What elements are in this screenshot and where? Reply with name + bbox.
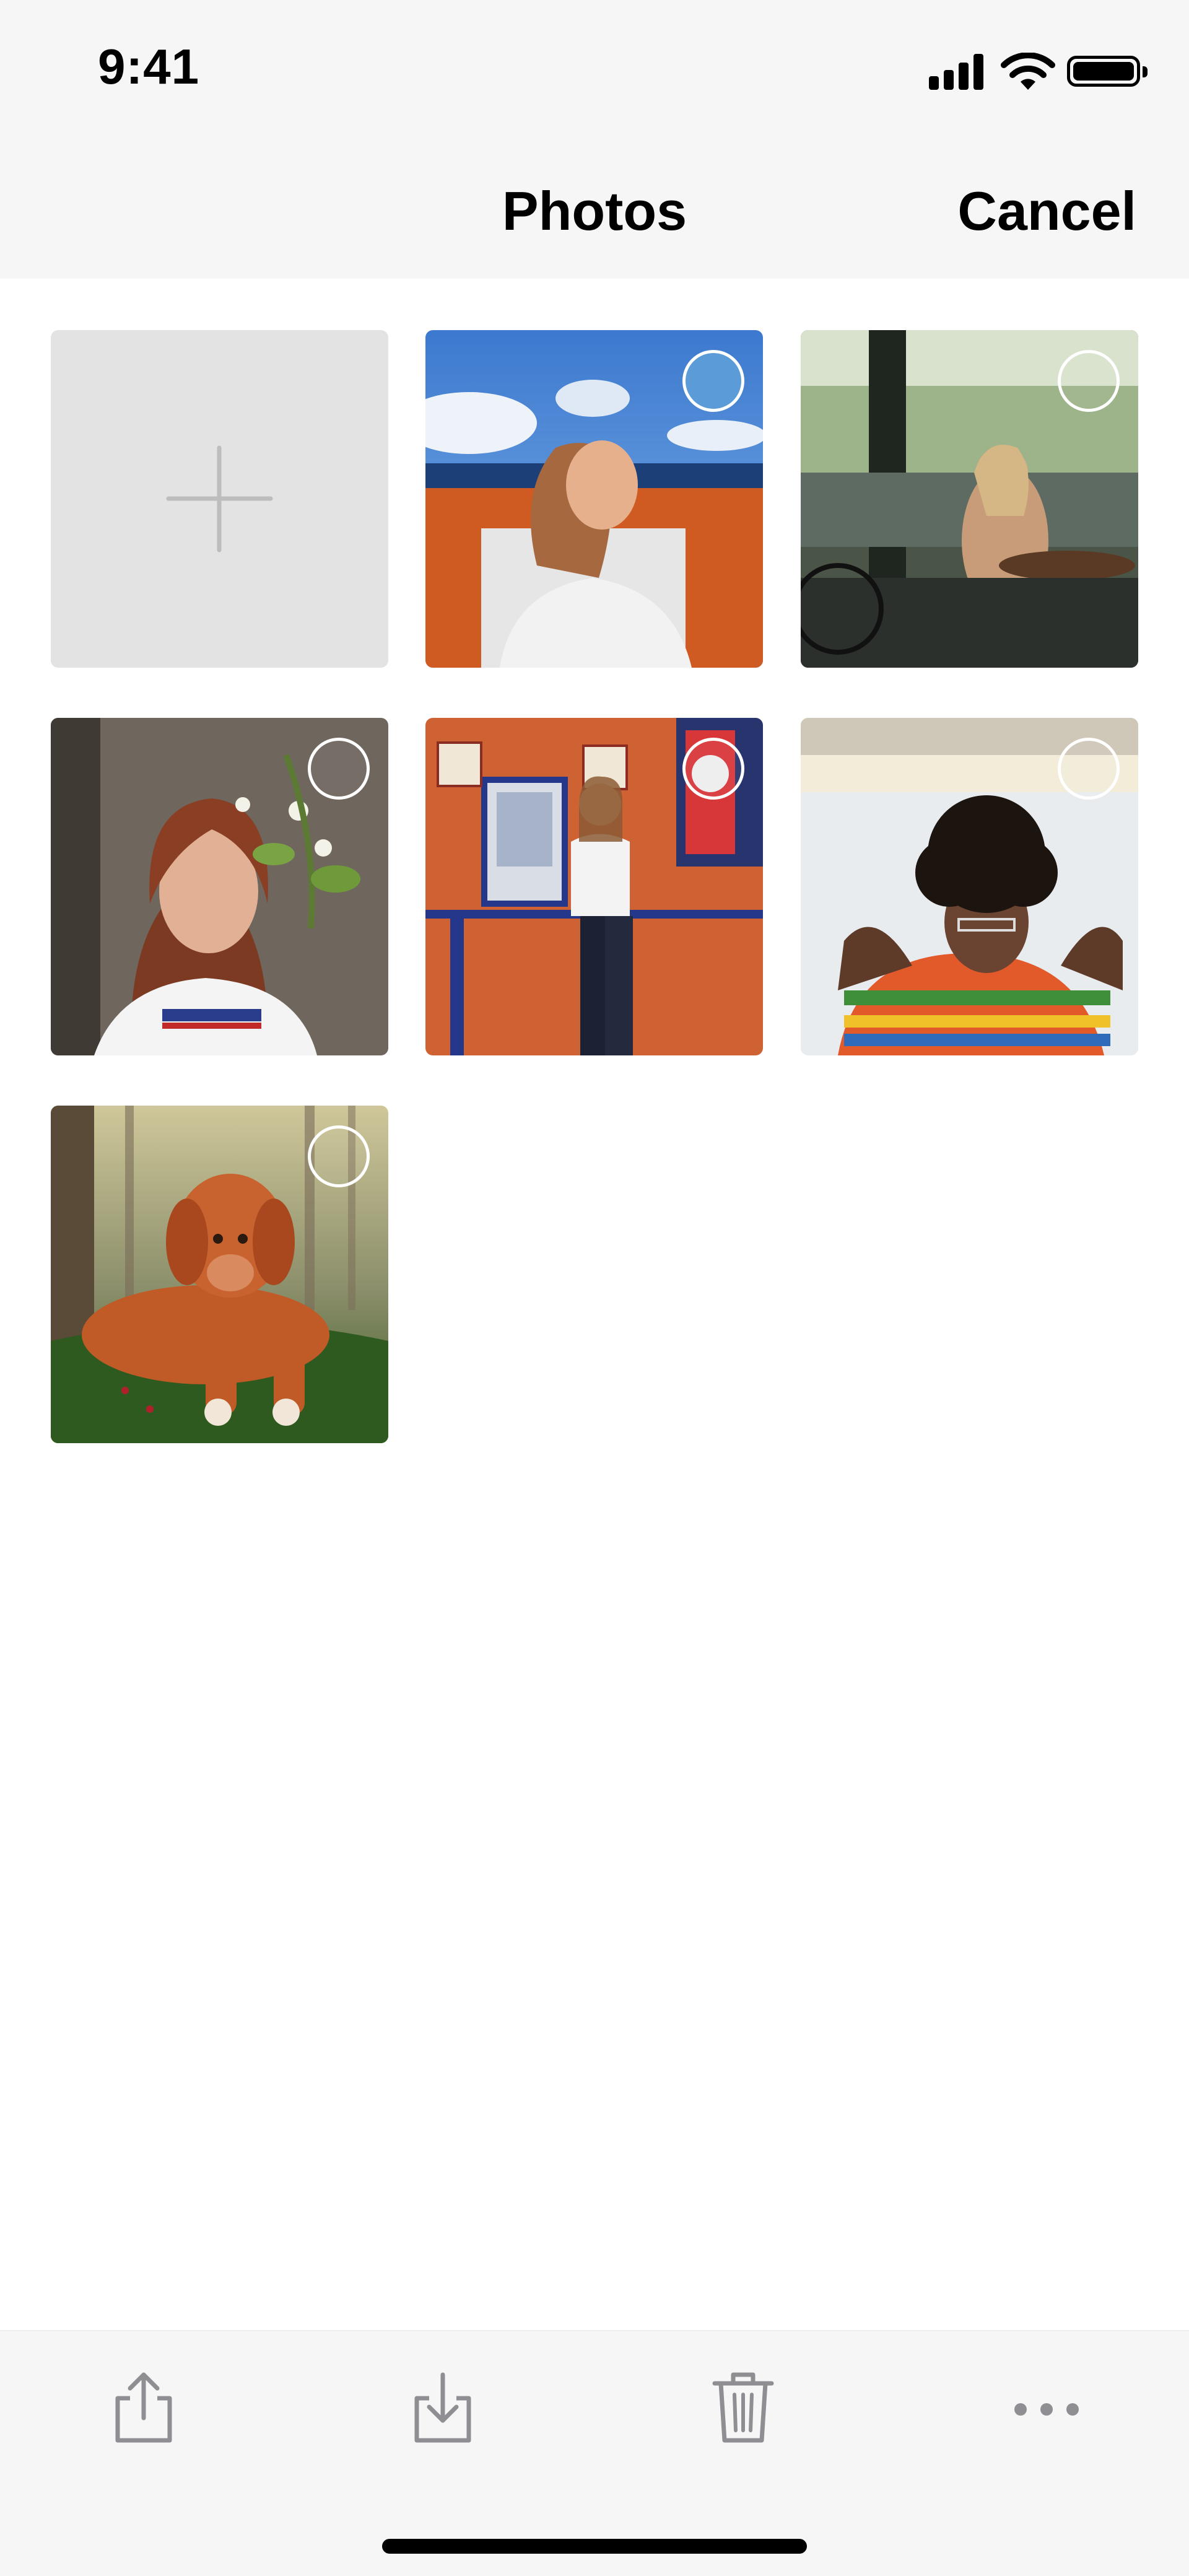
photo-thumbnail[interactable] — [51, 718, 388, 1055]
photo-thumbnail[interactable] — [425, 718, 763, 1055]
selection-circle[interactable] — [308, 738, 370, 800]
battery-icon — [1067, 56, 1148, 87]
photo-thumbnail[interactable] — [801, 718, 1138, 1055]
wifi-icon — [1001, 53, 1055, 90]
status-bar: 9:41 — [0, 0, 1189, 139]
photo-thumbnail[interactable] — [801, 330, 1138, 668]
cancel-button[interactable]: Cancel — [957, 180, 1136, 243]
bottom-toolbar — [0, 2330, 1189, 2576]
download-button[interactable] — [406, 2367, 480, 2448]
selection-circle[interactable] — [308, 1125, 370, 1187]
photo-thumbnail[interactable] — [425, 330, 763, 668]
plus-icon — [166, 445, 273, 552]
selection-circle[interactable] — [682, 350, 744, 412]
photo-thumbnail[interactable] — [51, 1106, 388, 1443]
download-icon — [414, 2372, 471, 2443]
more-button[interactable] — [1009, 2367, 1084, 2448]
selection-circle[interactable] — [1058, 350, 1120, 412]
delete-button[interactable] — [706, 2367, 780, 2448]
add-photo-button[interactable] — [51, 330, 388, 668]
more-icon — [1014, 2403, 1079, 2416]
selection-circle[interactable] — [1058, 738, 1120, 800]
share-icon — [115, 2372, 172, 2443]
home-indicator[interactable] — [382, 2539, 807, 2554]
trash-icon — [712, 2372, 774, 2443]
status-time: 9:41 — [98, 39, 200, 94]
cellular-signal-icon — [929, 53, 985, 90]
selection-circle[interactable] — [682, 738, 744, 800]
navigation-bar: Photos Cancel — [0, 139, 1189, 279]
share-button[interactable] — [107, 2367, 181, 2448]
